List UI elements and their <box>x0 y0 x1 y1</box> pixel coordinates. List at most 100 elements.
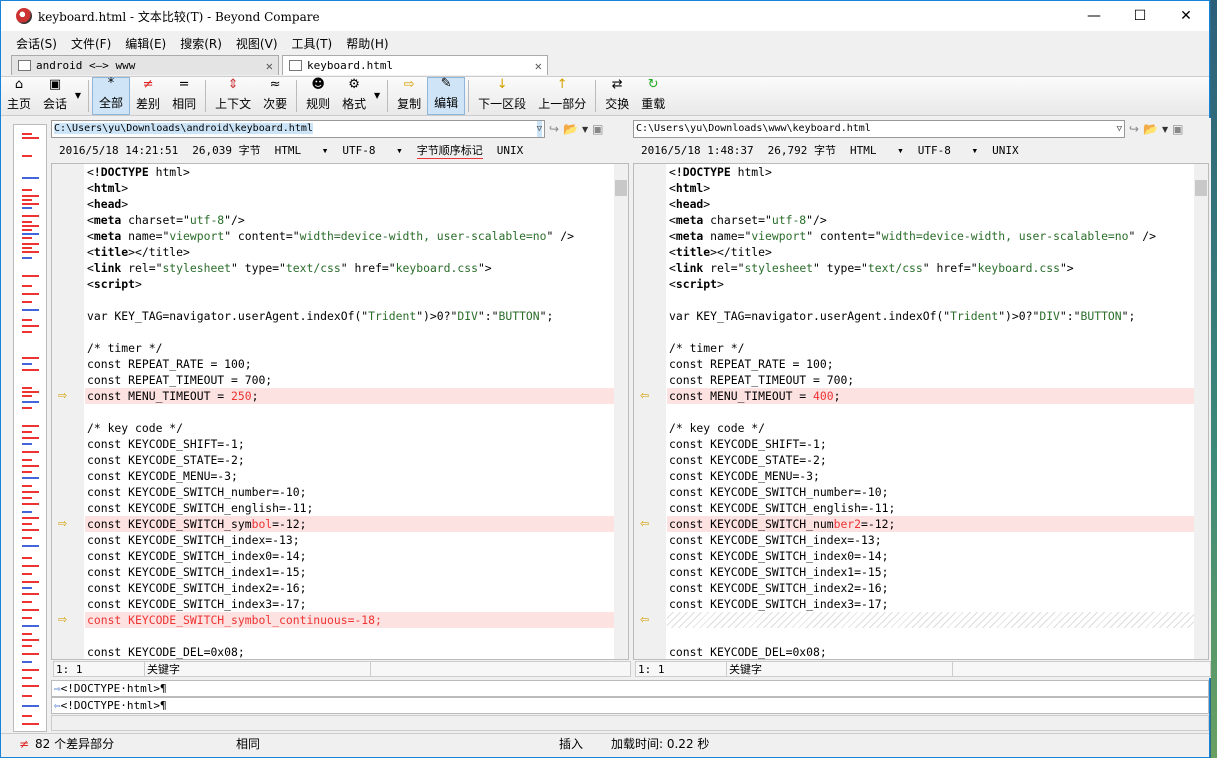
chevron-down-icon[interactable]: ▼ <box>1162 125 1168 134</box>
copy-to-left-icon[interactable]: ⇦ <box>640 614 654 626</box>
copy-to-right-icon[interactable]: ⇨ <box>58 518 72 530</box>
code-line[interactable]: const KEYCODE_SHIFT=-1; <box>667 436 1194 452</box>
context-button[interactable]: ⇕ 上下文 <box>209 77 257 115</box>
menu-tools[interactable]: 工具(T) <box>285 35 340 52</box>
maximize-button[interactable]: ☐ <box>1117 1 1163 31</box>
tab-close-icon[interactable]: ✕ <box>535 59 542 73</box>
code-line[interactable]: const KEYCODE_SWITCH_index0=-14; <box>667 548 1194 564</box>
code-line[interactable]: <head> <box>85 196 614 212</box>
menu-view[interactable]: 视图(V) <box>229 35 285 52</box>
code-line[interactable]: /* timer */ <box>667 340 1194 356</box>
menu-search[interactable]: 搜索(R) <box>173 35 229 52</box>
code-line[interactable]: <!DOCTYPE html> <box>667 164 1194 180</box>
code-line[interactable]: const KEYCODE_SWITCH_index2=-16; <box>667 580 1194 596</box>
tab-text-compare[interactable]: keyboard.html ✕ <box>282 55 548 75</box>
code-line[interactable] <box>85 324 614 340</box>
left-path-field[interactable]: C:\Users\yu\Downloads\android\keyboard.h… <box>51 120 545 138</box>
code-line[interactable]: const KEYCODE_STATE=-2; <box>85 452 614 468</box>
code-line[interactable]: /* timer */ <box>85 340 614 356</box>
code-line[interactable]: const KEYCODE_SWITCH_index3=-17; <box>667 596 1194 612</box>
home-button[interactable]: ⌂ 主页 <box>1 77 37 115</box>
tab-folder-compare[interactable]: android <—> www ✕ <box>11 55 279 75</box>
code-line[interactable] <box>85 292 614 308</box>
code-line[interactable]: const KEYCODE_SWITCH_symbol_continuous=-… <box>85 612 614 628</box>
left-vertical-scrollbar[interactable] <box>614 164 628 659</box>
show-diffs-button[interactable]: ≠ 差别 <box>130 77 166 115</box>
chevron-down-icon[interactable]: ▼ <box>374 91 380 100</box>
tab-close-icon[interactable]: ✕ <box>266 59 273 73</box>
code-line[interactable]: <!DOCTYPE html> <box>85 164 614 180</box>
code-line[interactable]: <link rel="stylesheet" type="text/css" h… <box>667 260 1194 276</box>
right-vertical-scrollbar[interactable] <box>1194 164 1208 659</box>
copy-to-right-icon[interactable]: ⇨ <box>58 614 72 626</box>
code-line[interactable]: /* key code */ <box>667 420 1194 436</box>
left-format[interactable]: HTML ▾ <box>275 144 329 157</box>
right-code-editor[interactable]: ⇦ ⇦ ⇦ <!DOCTYPE html> <html> <head> <meta cha… <box>633 163 1209 660</box>
save-icon[interactable]: ▣ <box>1172 122 1183 136</box>
code-line[interactable]: const KEYCODE_SWITCH_index3=-17; <box>85 596 614 612</box>
code-line[interactable]: <meta charset="utf-8"/> <box>85 212 614 228</box>
line-detail-right[interactable]: ⇦<!DOCTYPE·html>¶ <box>51 697 1209 714</box>
left-code-editor[interactable]: ⇨ ⇨ ⇨ <!DOCTYPE html> <html> <head> <meta cha… <box>51 163 629 660</box>
code-line[interactable]: const KEYCODE_SWITCH_index2=-16; <box>85 580 614 596</box>
close-button[interactable]: ✕ <box>1163 1 1209 31</box>
right-encoding[interactable]: UTF-8 ▾ <box>918 144 978 157</box>
code-line[interactable]: const KEYCODE_SWITCH_number=-10; <box>85 484 614 500</box>
code-line[interactable]: const KEYCODE_DEL=0x08; <box>667 644 1194 659</box>
minor-button[interactable]: ≈ 次要 <box>257 77 293 115</box>
chevron-down-icon[interactable]: ▼ <box>582 125 588 134</box>
code-line[interactable]: const KEYCODE_STATE=-2; <box>667 452 1194 468</box>
code-line[interactable]: const KEYCODE_MENU=-3; <box>85 468 614 484</box>
code-line[interactable]: const KEYCODE_SWITCH_index=-13; <box>85 532 614 548</box>
code-line[interactable]: const REPEAT_RATE = 100; <box>85 356 614 372</box>
right-format[interactable]: HTML ▾ <box>850 144 904 157</box>
code-line[interactable]: const KEYCODE_SWITCH_english=-11; <box>667 500 1194 516</box>
copy-to-left-icon[interactable]: ⇦ <box>640 390 654 402</box>
code-line[interactable]: <head> <box>667 196 1194 212</box>
save-icon[interactable]: ▣ <box>592 122 603 136</box>
code-line[interactable]: const KEYCODE_MENU=-3; <box>667 468 1194 484</box>
copy-button[interactable]: ⇨ 复制 <box>391 77 427 115</box>
code-line[interactable]: const REPEAT_TIMEOUT = 700; <box>85 372 614 388</box>
code-line[interactable]: <html> <box>667 180 1194 196</box>
chevron-down-icon[interactable]: ▽ <box>1117 121 1122 137</box>
format-button[interactable]: ⚙ 格式 ▼ <box>336 77 384 115</box>
minimize-button[interactable]: — <box>1071 1 1117 31</box>
code-line[interactable]: const KEYCODE_SWITCH_symbol=-12; <box>85 516 614 532</box>
code-line[interactable]: const KEYCODE_SWITCH_index1=-15; <box>85 564 614 580</box>
code-line[interactable]: <meta name="viewport" content="width=dev… <box>85 228 614 244</box>
chevron-down-icon[interactable]: ▼ <box>75 91 81 100</box>
code-line[interactable]: <meta name="viewport" content="width=dev… <box>667 228 1194 244</box>
code-line[interactable]: <script> <box>85 276 614 292</box>
difference-overview-map[interactable] <box>13 124 47 732</box>
code-line[interactable]: const KEYCODE_SWITCH_index=-13; <box>667 532 1194 548</box>
right-horizontal-scrollbar[interactable] <box>952 662 1210 676</box>
code-line[interactable]: const KEYCODE_SWITCH_index0=-14; <box>85 548 614 564</box>
code-line[interactable]: const KEYCODE_DEL=0x08; <box>85 644 614 659</box>
history-icon[interactable]: ↪ <box>549 122 559 136</box>
show-all-button[interactable]: * 全部 <box>92 76 131 115</box>
menu-help[interactable]: 帮助(H) <box>339 35 395 52</box>
line-detail-left[interactable]: ⇨<!DOCTYPE·html>¶ <box>51 680 1209 697</box>
detail-horizontal-scrollbar[interactable] <box>51 715 1209 731</box>
show-same-button[interactable]: = 相同 <box>166 77 202 115</box>
left-horizontal-scrollbar[interactable] <box>370 662 630 676</box>
code-line[interactable]: const REPEAT_TIMEOUT = 700; <box>667 372 1194 388</box>
code-line[interactable]: const MENU_TIMEOUT = 400; <box>667 388 1194 404</box>
code-line[interactable]: const REPEAT_RATE = 100; <box>667 356 1194 372</box>
code-line[interactable]: const KEYCODE_SWITCH_index1=-15; <box>667 564 1194 580</box>
code-line[interactable]: <html> <box>85 180 614 196</box>
copy-to-right-icon[interactable]: ⇨ <box>58 390 72 402</box>
menu-file[interactable]: 文件(F) <box>64 35 118 52</box>
edit-button[interactable]: ✎ 编辑 <box>427 76 466 115</box>
code-line[interactable]: const KEYCODE_SWITCH_number2=-12; <box>667 516 1194 532</box>
code-line[interactable]: <title></title> <box>85 244 614 260</box>
code-line[interactable] <box>85 628 614 644</box>
code-line[interactable] <box>85 404 614 420</box>
code-line[interactable] <box>667 612 1194 628</box>
rules-button[interactable]: ☻ 规则 <box>300 77 336 115</box>
code-line[interactable]: var KEY_TAG=navigator.userAgent.indexOf(… <box>667 308 1194 324</box>
code-line[interactable]: <meta charset="utf-8"/> <box>667 212 1194 228</box>
menu-edit[interactable]: 编辑(E) <box>118 35 173 52</box>
prev-section-button[interactable]: ↑ 上一部分 <box>532 77 592 115</box>
